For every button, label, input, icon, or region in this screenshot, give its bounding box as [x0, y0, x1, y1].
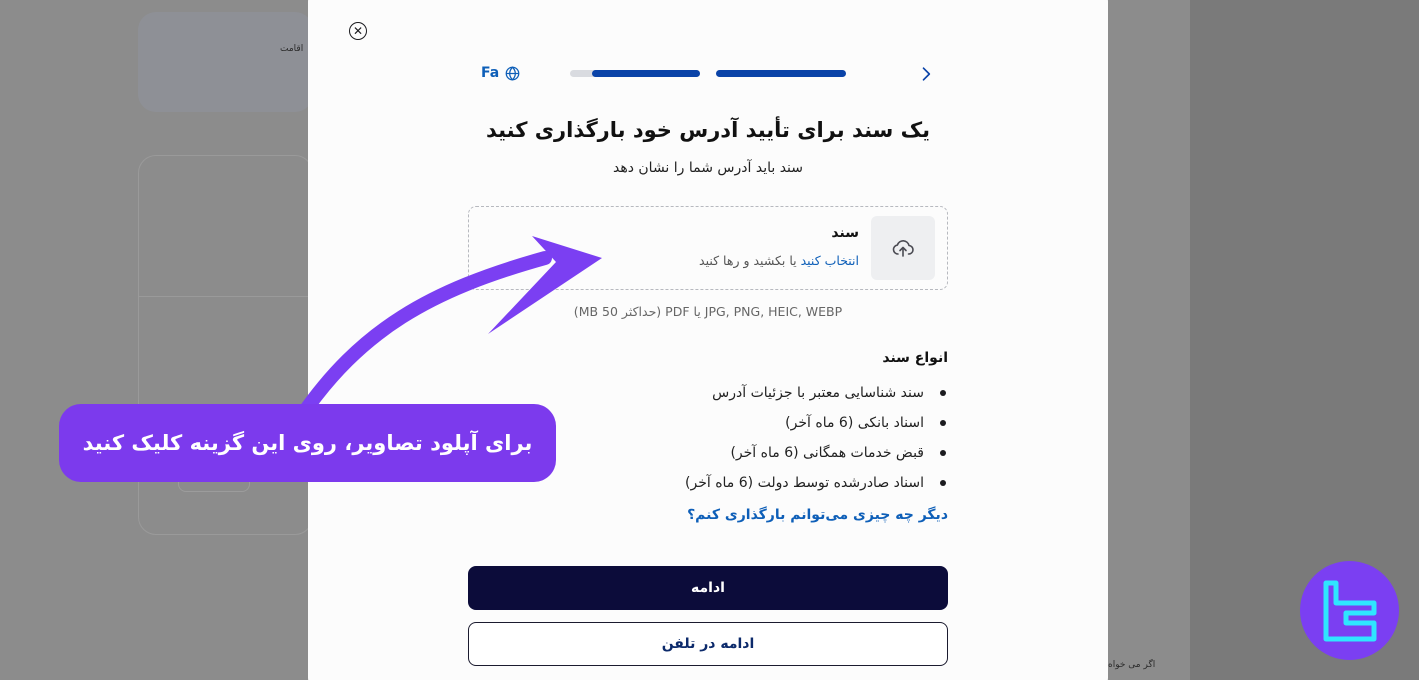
- document-upload-dropzone[interactable]: سند انتخاب کنید یا بکشید و رها کنید: [468, 206, 948, 290]
- language-label: Fa: [481, 65, 500, 81]
- cloud-upload-icon: [892, 239, 914, 257]
- chevron-right-icon[interactable]: [916, 64, 936, 84]
- globe-icon: [505, 65, 520, 81]
- upload-label: سند: [831, 225, 859, 241]
- progress-step-2: [716, 70, 846, 77]
- close-icon[interactable]: ✕: [349, 22, 367, 40]
- document-types-list: سند شناسایی معتبر با جزئیات آدرس اسناد ب…: [685, 382, 948, 502]
- document-types-heading: انواع سند: [882, 350, 948, 366]
- continue-button[interactable]: ادامه: [468, 566, 948, 610]
- list-item: قبض خدمات همگانی (6 ماه آخر): [685, 442, 948, 472]
- upload-hint: انتخاب کنید یا بکشید و رها کنید: [699, 253, 859, 268]
- annotation-callout: برای آپلود تصاویر، روی این گزینه کلیک کن…: [59, 404, 556, 482]
- drag-drop-text: یا بکشید و رها کنید: [699, 253, 797, 268]
- continue-on-phone-button[interactable]: ادامه در تلفن: [468, 622, 948, 666]
- background-footnote: اگر می خواه: [1108, 660, 1156, 670]
- brand-logo: [1300, 561, 1399, 660]
- background-divider: [138, 296, 313, 297]
- list-item: اسناد صادرشده توسط دولت (6 ماه آخر): [685, 472, 948, 502]
- list-item: سند شناسایی معتبر با جزئیات آدرس: [685, 382, 948, 412]
- background-card: [138, 12, 313, 112]
- page-subtitle: سند باید آدرس شما را نشان دهد: [612, 160, 804, 176]
- what-else-link[interactable]: دیگر چه چیزی می‌توانم بارگذاری کنم؟: [687, 507, 948, 523]
- language-switcher[interactable]: Fa: [481, 65, 520, 81]
- logo-mark-icon: [1323, 580, 1376, 641]
- progress-step-1-fill: [592, 70, 700, 77]
- list-item: اسناد بانکی (6 ماه آخر): [685, 412, 948, 442]
- background-label: اقامت: [280, 44, 304, 54]
- progress-step-1: [570, 70, 700, 77]
- accepted-formats-hint: JPG, PNG, HEIC, WEBP یا PDF (حداکثر 50 M…: [573, 304, 843, 319]
- upload-icon-box: [871, 216, 935, 280]
- page-title: یک سند برای تأیید آدرس خود بارگذاری کنید: [485, 118, 930, 142]
- select-file-link[interactable]: انتخاب کنید: [801, 253, 859, 268]
